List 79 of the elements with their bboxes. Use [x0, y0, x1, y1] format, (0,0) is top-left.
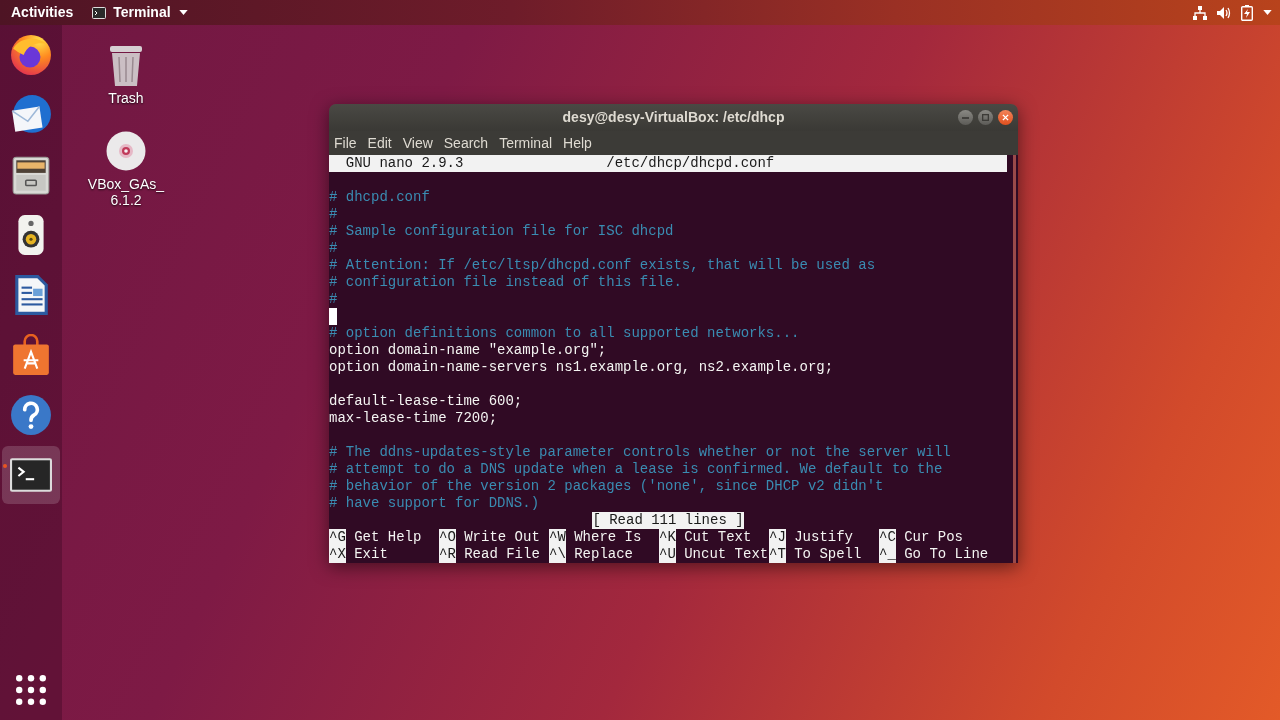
globe-icon [10, 34, 52, 76]
comment-line: # The ddns-updates-style parameter controls whether or not the server will [329, 444, 951, 461]
system-menu-button[interactable] [1193, 4, 1272, 21]
shortcut-label: Where Is [574, 529, 642, 546]
activities-button[interactable]: Activities [11, 4, 74, 21]
network-icon [1193, 5, 1207, 20]
menu-item[interactable]: File [334, 134, 357, 152]
code-line: max-lease-time 7200; [329, 410, 498, 427]
file-drawer-icon [10, 154, 52, 196]
shortcut-key: ^U [659, 546, 676, 563]
minimize-icon [962, 116, 969, 119]
comment-line: # behavior of the version 2 packages ('none', since DHCP v2 didn't [329, 478, 884, 495]
shortcut-label: Go To Line [904, 546, 989, 563]
comment-line: # option definitions common to all supported networks... [329, 325, 800, 342]
shortcut-label: Justify [794, 529, 853, 546]
menu-item[interactable]: Help [563, 134, 592, 152]
maximize-button[interactable] [978, 110, 993, 125]
code-line: option domain-name "example.org"; [329, 342, 607, 359]
close-button[interactable] [998, 110, 1013, 125]
shortcut-key: ^W [549, 529, 566, 546]
shortcut-label: Get Help [354, 529, 422, 546]
comment-line: # have support for DDNS.) [329, 495, 540, 512]
shortcut-key: ^R [439, 546, 456, 563]
shortcut-label: Read File [464, 546, 540, 563]
comment-line: # [329, 206, 338, 223]
shortcut-key: ^K [659, 529, 676, 546]
shortcut-label: Uncut Text [684, 546, 769, 563]
envelope-icon [10, 94, 52, 136]
battery-icon [1241, 4, 1253, 21]
icon-label: VBox_GAs_ 6.1.2 [87, 176, 165, 208]
shortcut-key: ^O [439, 529, 456, 546]
shortcut-label: Cur Pos [904, 529, 963, 546]
icon-label: Trash [108, 90, 144, 106]
editor-version: GNU nano 2.9.3 [345, 155, 464, 172]
comment-line: # [329, 240, 338, 257]
shortcut-key: ^\ [549, 546, 566, 563]
shortcut-key: ^T [769, 546, 786, 563]
minimize-button[interactable] [958, 110, 973, 125]
shopping-bag-icon [10, 334, 52, 376]
running-indicator-icon [3, 464, 7, 468]
shortcut-key: ^X [329, 546, 346, 563]
text-cursor-icon [329, 308, 338, 325]
dock-item[interactable] [2, 446, 60, 504]
close-icon [1002, 114, 1009, 121]
file-path: /etc/dhcp/dhcpd.conf [606, 155, 775, 172]
maximize-icon [982, 114, 989, 121]
comment-line: # Sample configuration file for ISC dhcpd [329, 223, 674, 240]
menu-item[interactable]: View [402, 134, 433, 152]
code-line: option domain-name-servers ns1.example.org, ns2.example.org; [329, 359, 834, 376]
shortcut-key: ^G [329, 529, 346, 546]
comment-line: # [329, 291, 338, 308]
caret-icon [1263, 10, 1272, 15]
shortcut-key: ^J [769, 529, 786, 546]
shortcut-label: Cut Text [684, 529, 752, 546]
volume-icon [1217, 5, 1231, 20]
trash-icon[interactable] [108, 43, 144, 87]
terminal-icon [92, 6, 107, 19]
app-grid-icon [16, 675, 46, 705]
shortcut-label: Replace [574, 546, 633, 563]
terminal-icon [10, 458, 52, 492]
status-message: [ Read 111 lines ] [592, 512, 744, 529]
question-mark-icon [10, 394, 52, 436]
shortcut-key: ^_ [879, 546, 896, 563]
caret-icon [178, 10, 188, 15]
comment-line: # configuration file instead of this file. [329, 274, 682, 291]
menu-item[interactable]: Search [443, 134, 489, 152]
shortcut-key: ^C [879, 529, 896, 546]
app-menu-button[interactable]: Terminal [92, 4, 188, 21]
shortcut-label: To Spell [794, 546, 862, 563]
code-line: default-lease-time 600; [329, 393, 523, 410]
menu-item[interactable]: Terminal [499, 134, 553, 152]
comment-line: # dhcpd.conf [329, 189, 430, 206]
disc-icon[interactable] [106, 131, 146, 171]
comment-line: # attempt to do a DNS update when a lease is confirmed. We default to the [329, 461, 943, 478]
menu-item[interactable]: Edit [367, 134, 392, 152]
window-title: desy@desy-VirtualBox: /etc/dhcp [562, 108, 785, 127]
shortcut-label: Exit [354, 546, 388, 563]
comment-line: # Attention: If /etc/ltsp/dhcpd.conf exists, that will be used as [329, 257, 876, 274]
shortcut-label: Write Out [464, 529, 540, 546]
